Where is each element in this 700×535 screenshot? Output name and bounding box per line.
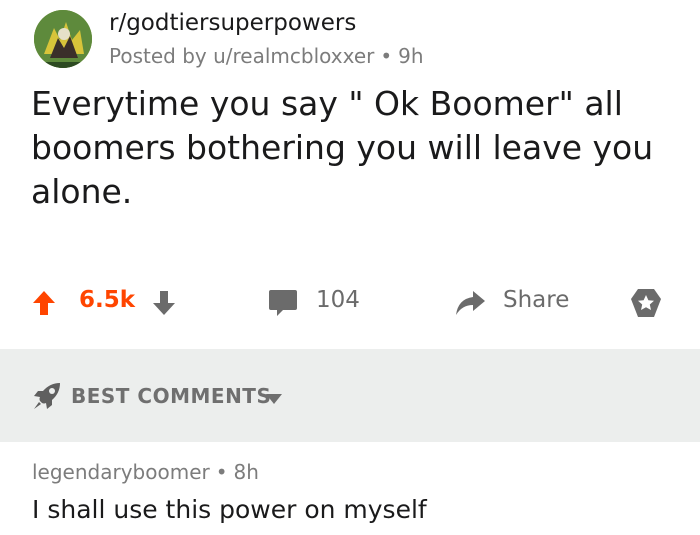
subreddit-avatar[interactable] [34, 10, 92, 68]
comment-age: 8h [233, 460, 259, 484]
posted-by[interactable]: Posted by u/realmcbloxxer [109, 44, 374, 68]
downvote-icon[interactable] [152, 290, 176, 320]
vote-count: 6.5k [79, 287, 136, 313]
upvote-icon[interactable] [32, 290, 56, 320]
comment-item: legendaryboomer • 8h I shall use this powe… [0, 442, 700, 535]
comment-icon[interactable] [268, 289, 298, 321]
share-icon[interactable] [454, 290, 486, 320]
post-meta: Posted by u/realmcbloxxer • 9h [109, 44, 424, 68]
caret-down-icon[interactable] [265, 390, 283, 409]
award-icon[interactable] [630, 288, 662, 322]
comment-body: I shall use this power on myself [32, 495, 427, 524]
meta-separator: • [380, 44, 393, 68]
post-title[interactable]: Everytime you say " Ok Boomer" all boome… [31, 82, 671, 214]
post-age: 9h [398, 44, 424, 68]
comment-sort-bar[interactable]: BEST COMMENTS [0, 349, 700, 442]
comment-author[interactable]: legendaryboomer [32, 460, 210, 484]
comment-count[interactable]: 104 [316, 287, 360, 313]
post-actions: 6.5k 104 Share [0, 272, 700, 332]
sort-label[interactable]: BEST COMMENTS [71, 384, 271, 408]
comment-meta: legendaryboomer • 8h [32, 460, 259, 484]
meta-separator: • [215, 460, 228, 484]
subreddit-name[interactable]: r/godtiersuperpowers [109, 10, 356, 36]
rocket-icon [32, 381, 62, 415]
share-button[interactable]: Share [503, 287, 569, 313]
post-header: r/godtiersuperpowers Posted by u/realmcb… [34, 6, 674, 68]
